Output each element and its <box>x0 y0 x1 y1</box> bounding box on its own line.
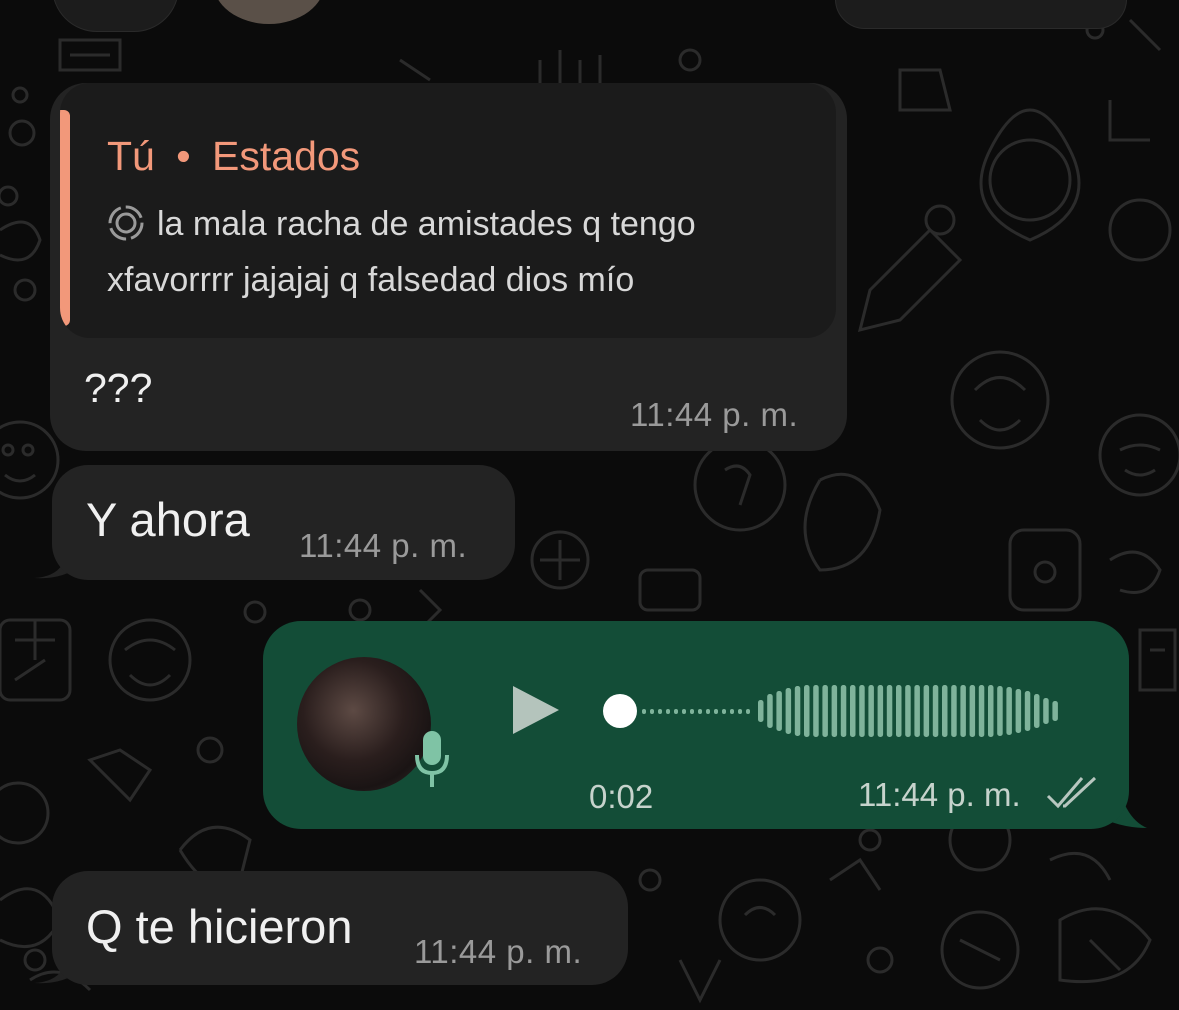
message-text: Y ahora <box>86 493 250 546</box>
message-time: 11:44 p. m. <box>630 396 799 433</box>
play-icon[interactable] <box>509 684 561 736</box>
message-text: Q te hicieron <box>86 900 353 953</box>
quote-separator: • <box>176 133 191 179</box>
quote-source: Estados <box>212 133 361 179</box>
quote-accent-bar <box>60 110 70 326</box>
quote-text-block: la mala racha de amistades q tengo xfavo… <box>107 196 827 308</box>
read-double-check-icon <box>1046 776 1097 809</box>
outgoing-voice-message[interactable]: 0:02 11:44 p. m. <box>263 621 1129 829</box>
message-text: ??? <box>84 365 153 411</box>
quote-sender: Tú <box>107 133 155 179</box>
top-right-pill[interactable] <box>835 0 1127 29</box>
incoming-message[interactable]: Q te hicieron 11:44 p. m. <box>52 871 628 985</box>
message-time: 11:44 p. m. <box>414 933 583 970</box>
status-ring-icon <box>108 205 144 241</box>
quoted-status[interactable]: Tú • Estados la mala racha de amistades … <box>60 83 836 338</box>
voice-note-avatar <box>297 657 431 791</box>
message-time: 11:44 p. m. <box>299 527 468 564</box>
message-time: 11:44 p. m. <box>858 776 1021 813</box>
quote-title: Tú • Estados <box>107 133 360 180</box>
microphone-icon <box>415 731 449 787</box>
incoming-message[interactable]: Y ahora 11:44 p. m. <box>52 465 515 580</box>
voice-waveform[interactable] <box>598 681 1088 741</box>
incoming-message-status-reply[interactable]: Tú • Estados la mala racha de amistades … <box>50 83 847 451</box>
voice-duration: 0:02 <box>589 778 654 815</box>
playback-scrubber[interactable] <box>603 694 637 728</box>
quote-text: la mala racha de amistades q tengo xfavo… <box>107 205 696 299</box>
